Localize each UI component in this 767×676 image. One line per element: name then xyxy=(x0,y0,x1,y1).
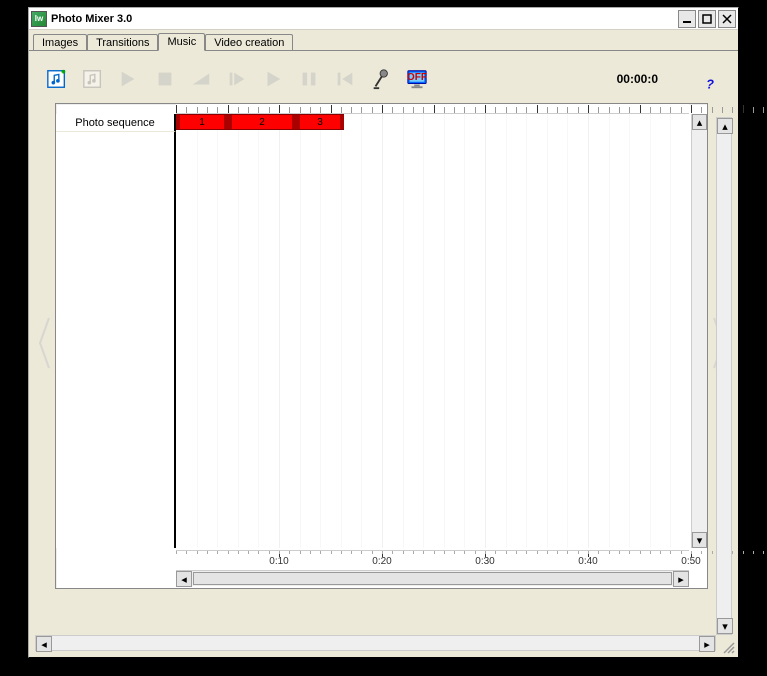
outer-scroll-left-button[interactable]: ◂ xyxy=(36,636,52,652)
vertical-scrollbar[interactable]: ▴ ▾ xyxy=(691,114,707,548)
track-label-empty xyxy=(56,132,176,548)
step-button xyxy=(223,65,251,93)
titlebar: Iw Photo Mixer 3.0 xyxy=(29,8,738,30)
maximize-button[interactable] xyxy=(698,10,716,28)
music-button xyxy=(79,65,107,93)
stop-button xyxy=(151,65,179,93)
scroll-right-button[interactable]: ▸ xyxy=(673,571,689,587)
time-label: 0:30 xyxy=(475,556,494,567)
track-lane-empty xyxy=(176,132,689,548)
outer-scroll-down-button[interactable]: ▾ xyxy=(717,618,733,634)
volume-button xyxy=(187,65,215,93)
add-music-button[interactable] xyxy=(43,65,71,93)
client-area: OFF 00:00:0 ? Photo sequence 123 xyxy=(29,50,738,657)
track-lane[interactable]: 123 xyxy=(176,114,689,132)
track-row: Photo sequence 123 xyxy=(56,114,689,132)
outer-horizontal-scrollbar[interactable]: ◂ ▸ xyxy=(35,635,716,651)
horizontal-scrollbar[interactable]: ◂ ▸ xyxy=(176,570,689,586)
svg-text:OFF: OFF xyxy=(407,72,427,83)
forward-button xyxy=(115,65,143,93)
minimize-button[interactable] xyxy=(678,10,696,28)
close-button[interactable] xyxy=(718,10,736,28)
track-label: Photo sequence xyxy=(56,114,176,132)
scroll-up-button[interactable]: ▴ xyxy=(692,114,707,130)
tracks-area: Photo sequence 123 xyxy=(56,114,689,548)
play-button xyxy=(259,65,287,93)
scroll-left-handle[interactable] xyxy=(35,283,53,403)
microphone-button[interactable] xyxy=(367,65,395,93)
outer-scroll-up-button[interactable]: ▴ xyxy=(717,118,733,134)
outer-scroll-track-v[interactable] xyxy=(717,134,731,618)
time-label: 0:10 xyxy=(269,556,288,567)
top-ruler xyxy=(176,104,689,114)
tab-bar: Images Transitions Music Video creation xyxy=(29,30,738,50)
resize-grip[interactable] xyxy=(720,639,736,655)
help-button[interactable]: ? xyxy=(696,65,724,93)
window-title: Photo Mixer 3.0 xyxy=(51,13,678,25)
app-window: Iw Photo Mixer 3.0 Images Transitions Mu… xyxy=(28,7,739,658)
tab-transitions[interactable]: Transitions xyxy=(87,34,158,51)
clip-2[interactable]: 2 xyxy=(228,114,296,130)
clip-3[interactable]: 3 xyxy=(296,114,344,130)
svg-text:?: ? xyxy=(706,76,714,91)
pause-button xyxy=(295,65,323,93)
timeline-panel: Photo sequence 123 0:100:200:300:400:50 … xyxy=(37,103,726,589)
outer-vertical-scrollbar[interactable]: ▴ ▾ xyxy=(716,117,732,635)
timeline-inner: Photo sequence 123 0:100:200:300:400:50 … xyxy=(55,103,708,589)
time-label: 0:40 xyxy=(578,556,597,567)
scroll-left-button[interactable]: ◂ xyxy=(176,571,192,587)
outer-scroll-track-h[interactable] xyxy=(52,636,699,650)
tab-images[interactable]: Images xyxy=(33,34,87,51)
app-icon: Iw xyxy=(31,11,47,27)
rewind-button xyxy=(331,65,359,93)
bottom-ruler: 0:100:200:300:400:50 xyxy=(176,550,689,568)
scroll-thumb[interactable] xyxy=(193,572,672,585)
scroll-down-button[interactable]: ▾ xyxy=(692,532,707,548)
time-label: 0:20 xyxy=(372,556,391,567)
tab-music[interactable]: Music xyxy=(158,33,205,51)
time-label: 0:50 xyxy=(681,556,700,567)
timecode-display: 00:00:0 xyxy=(617,72,658,86)
toolbar: OFF 00:00:0 ? xyxy=(35,57,732,101)
monitor-off-button[interactable]: OFF xyxy=(403,65,431,93)
tab-video-creation[interactable]: Video creation xyxy=(205,34,293,51)
outer-scroll-right-button[interactable]: ▸ xyxy=(699,636,715,652)
clip-1[interactable]: 1 xyxy=(176,114,228,130)
